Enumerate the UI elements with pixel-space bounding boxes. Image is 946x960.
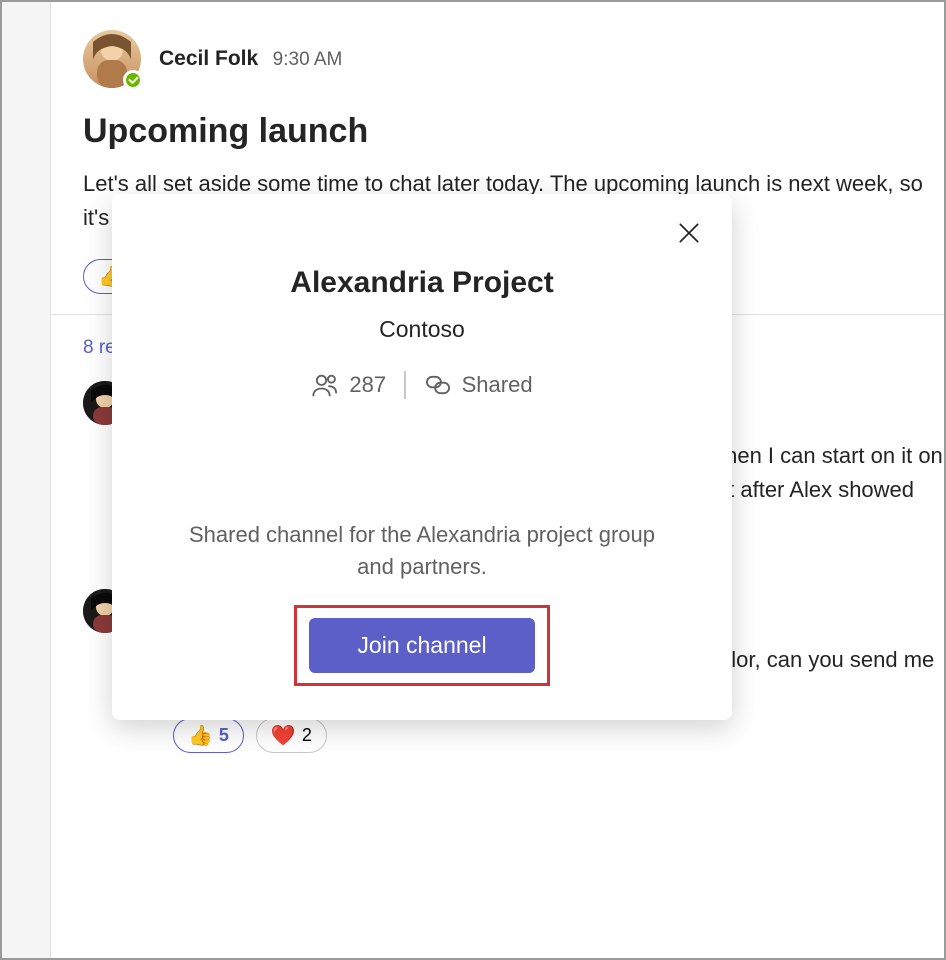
channel-name: Alexandria Project: [146, 266, 698, 300]
shared-label: Shared: [462, 372, 533, 398]
reaction-heart[interactable]: ❤️ 2: [256, 718, 327, 753]
post-timestamp: 9:30 AM: [273, 49, 343, 70]
stat-divider: [404, 371, 406, 399]
thumbs-up-icon: 👍: [188, 723, 213, 748]
channel-stats: 287 Shared: [146, 371, 698, 399]
channel-description: Shared channel for the Alexandria projec…: [146, 519, 698, 583]
member-count-stat: 287: [311, 371, 386, 399]
author-avatar[interactable]: [83, 30, 141, 88]
join-button-highlight: Join channel: [294, 605, 549, 686]
shared-channel-stat: Shared: [424, 371, 533, 399]
close-icon: [676, 220, 702, 246]
channel-org: Contoso: [146, 316, 698, 343]
reply-reactions: 👍 5 ❤️ 2: [51, 712, 944, 773]
shared-channel-icon: [424, 371, 452, 399]
heart-icon: ❤️: [271, 723, 296, 748]
join-channel-button[interactable]: Join channel: [309, 618, 534, 673]
author-name[interactable]: Cecil Folk: [159, 47, 258, 70]
channel-info-popover: Alexandria Project Contoso 287 Shared Sh…: [112, 194, 732, 720]
post-header: Cecil Folk 9:30 AM: [51, 30, 944, 88]
people-icon: [311, 371, 339, 399]
close-button[interactable]: [676, 220, 702, 251]
presence-available-icon: [123, 70, 143, 90]
reaction-count: 5: [219, 725, 229, 746]
reaction-count: 2: [302, 725, 312, 746]
member-count: 287: [349, 372, 386, 398]
reaction-thumbs-up[interactable]: 👍 5: [173, 718, 244, 753]
post-title: Upcoming launch: [51, 88, 944, 163]
